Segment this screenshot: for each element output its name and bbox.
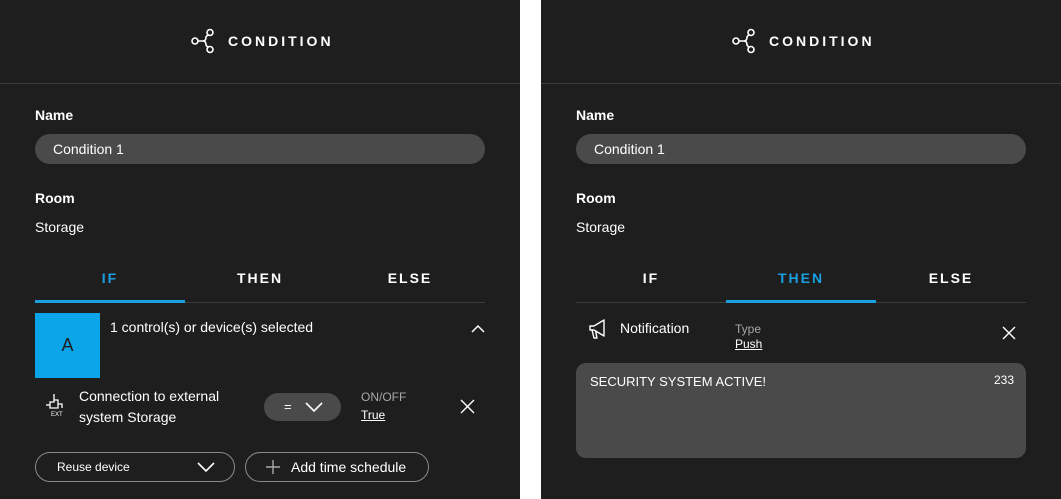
value-label: ON/OFF <box>361 390 407 404</box>
name-label: Name <box>35 107 74 123</box>
tab-then[interactable]: THEN <box>185 262 335 303</box>
add-time-schedule-button[interactable]: Add time schedule <box>245 452 429 482</box>
megaphone-icon <box>589 319 605 339</box>
operator-value: = <box>284 399 292 414</box>
operator-select[interactable]: = <box>264 393 341 421</box>
room-label: Room <box>35 190 75 206</box>
external-connection-icon: EXT <box>45 393 69 419</box>
condition-tabs: IF THEN ELSE <box>576 262 1026 303</box>
type-label: Type <box>735 322 762 336</box>
name-label: Name <box>576 107 615 123</box>
device-name: Connection to external system Storage <box>79 388 220 425</box>
share-nodes-icon <box>191 28 214 54</box>
add-time-schedule-label: Add time schedule <box>291 459 407 475</box>
chevron-down-icon <box>305 402 323 413</box>
notification-label: Notification <box>620 320 690 336</box>
panel-title: CONDITION <box>228 33 334 49</box>
char-count: 233 <box>993 373 1014 387</box>
chevron-down-icon <box>197 462 215 473</box>
type-link[interactable]: Push <box>735 337 762 351</box>
tab-else[interactable]: ELSE <box>335 262 485 303</box>
message-text: SECURITY SYSTEM ACTIVE! <box>590 374 767 389</box>
device-avatar: A <box>35 313 100 378</box>
tab-then[interactable]: THEN <box>726 262 876 303</box>
reuse-device-label: Reuse device <box>57 460 130 474</box>
tab-if[interactable]: IF <box>576 262 726 303</box>
message-textarea[interactable]: SECURITY SYSTEM ACTIVE! 233 <box>576 363 1026 458</box>
panel-title: CONDITION <box>769 33 875 49</box>
room-value: Storage <box>576 219 626 235</box>
close-icon[interactable] <box>1002 326 1016 340</box>
value-link[interactable]: True <box>361 408 385 422</box>
share-nodes-icon <box>732 28 755 54</box>
room-value: Storage <box>35 219 85 235</box>
close-icon[interactable] <box>460 399 475 414</box>
tab-if[interactable]: IF <box>35 262 185 303</box>
name-input[interactable] <box>35 134 485 164</box>
tab-else[interactable]: ELSE <box>876 262 1026 303</box>
selection-summary: 1 control(s) or device(s) selected <box>110 319 314 335</box>
ext-icon-text: EXT <box>51 412 63 418</box>
reuse-device-select[interactable]: Reuse device <box>35 452 235 482</box>
condition-panel-if: CONDITION Name Room Storage IF THEN ELSE… <box>0 0 520 499</box>
panel-header: CONDITION <box>0 0 520 84</box>
name-input[interactable] <box>576 134 1026 164</box>
room-label: Room <box>576 190 616 206</box>
condition-tabs: IF THEN ELSE <box>35 262 485 303</box>
condition-panel-then: CONDITION Name Room Storage IF THEN ELSE… <box>541 0 1061 499</box>
plus-icon <box>266 460 280 474</box>
chevron-up-icon[interactable] <box>470 323 486 335</box>
panel-header: CONDITION <box>541 0 1061 84</box>
